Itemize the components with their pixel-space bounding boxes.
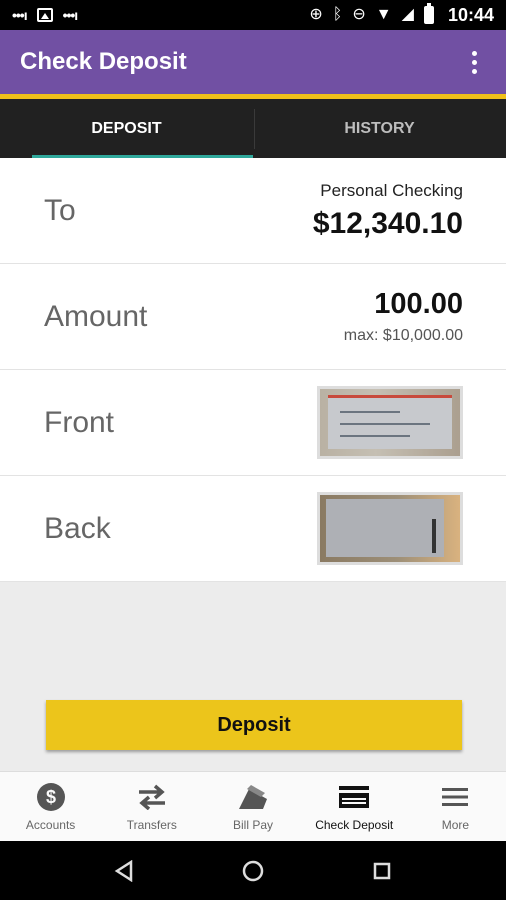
wifi-icon: ▼ — [375, 6, 392, 23]
bill-pay-icon — [237, 782, 269, 812]
do-not-disturb-icon: ⊖ — [352, 6, 366, 23]
nav-label: Transfers — [126, 817, 177, 832]
transfer-arrows-icon — [137, 782, 167, 812]
tab-label: HISTORY — [344, 119, 415, 137]
amount-info: 100.00 max: $10,000.00 — [344, 288, 463, 345]
amount-row[interactable]: Amount 100.00 max: $10,000.00 — [0, 264, 506, 370]
front-check-thumbnail[interactable] — [317, 386, 463, 459]
deposit-button[interactable]: Deposit — [46, 700, 462, 750]
to-account-row[interactable]: To Personal Checking $12,340.10 — [0, 158, 506, 264]
svg-text:$: $ — [46, 787, 56, 807]
to-account-info: Personal Checking $12,340.10 — [313, 181, 463, 241]
nav-item-transfers[interactable]: Transfers — [101, 772, 202, 841]
app-bar: Check Deposit — [0, 30, 506, 94]
system-nav-bar — [0, 841, 506, 900]
dollar-circle-icon: $ — [36, 782, 65, 812]
battery-icon — [423, 3, 434, 24]
back-check-thumbnail[interactable] — [317, 492, 463, 565]
status-right: ⊕ ᛒ ⊖ ▼ ◢ 10:44 — [309, 3, 494, 26]
home-nav-icon[interactable] — [233, 851, 273, 891]
tab-label: DEPOSIT — [91, 119, 162, 137]
status-bar: •••ı •••ı ⊕ ᛒ ⊖ ▼ ◢ 10:44 — [0, 0, 506, 30]
nav-item-accounts[interactable]: $ Accounts — [0, 772, 101, 841]
nav-label: Accounts — [25, 817, 76, 832]
nav-label: More — [441, 817, 470, 832]
front-image-row[interactable]: Front — [0, 370, 506, 476]
amount-value: 100.00 — [374, 288, 463, 320]
menu-icon — [442, 782, 469, 812]
account-balance: $12,340.10 — [312, 206, 463, 240]
deposit-form: To Personal Checking $12,340.10 Amount 1… — [0, 158, 506, 582]
front-label: Front — [44, 405, 115, 439]
bottom-nav: $ Accounts Transfers Bill Pay Check Depo… — [0, 771, 506, 841]
tab-history[interactable]: HISTORY — [253, 99, 506, 158]
to-label: To — [44, 193, 76, 227]
tab-deposit[interactable]: DEPOSIT — [0, 99, 253, 158]
tab-bar: DEPOSIT HISTORY — [0, 99, 506, 158]
account-name: Personal Checking — [320, 180, 463, 200]
nav-item-bill-pay[interactable]: Bill Pay — [202, 772, 303, 841]
signal-dots-icon: •••ı — [12, 7, 28, 23]
back-label: Back — [44, 511, 111, 545]
nav-label: Check Deposit — [315, 817, 394, 832]
signal-dots-icon: •••ı — [62, 7, 79, 23]
status-left: •••ı •••ı — [12, 7, 79, 23]
nav-item-more[interactable]: More — [405, 772, 506, 841]
nav-item-check-deposit[interactable]: Check Deposit — [304, 772, 405, 841]
amount-label: Amount — [44, 299, 148, 333]
amount-max: max: $10,000.00 — [343, 327, 463, 344]
recents-nav-icon[interactable] — [362, 851, 402, 891]
back-nav-icon[interactable] — [104, 851, 144, 891]
image-notification-icon — [36, 8, 53, 22]
bluetooth-icon: ᛒ — [332, 6, 343, 23]
cell-signal-icon: ◢ — [401, 6, 414, 23]
check-card-icon — [339, 782, 370, 812]
back-image-row[interactable]: Back — [0, 476, 506, 582]
status-time: 10:44 — [447, 4, 494, 25]
overflow-menu-icon[interactable] — [462, 47, 486, 77]
nav-label: Bill Pay — [233, 817, 274, 832]
page-title: Check Deposit — [20, 48, 187, 75]
data-saver-icon: ⊕ — [309, 6, 323, 23]
